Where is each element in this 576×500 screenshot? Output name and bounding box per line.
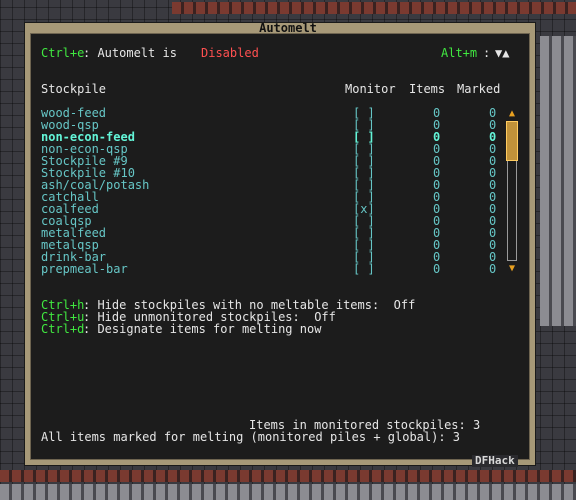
map-tiles <box>0 484 576 500</box>
scroll-down-icon[interactable]: ▼ <box>507 264 517 274</box>
dfhack-logo: DFHack <box>472 455 518 467</box>
map-tiles <box>172 2 576 14</box>
hotkey-label: Ctrl+e <box>41 46 85 60</box>
monitor-checkbox[interactable]: [ ] <box>353 263 375 275</box>
map-tiles <box>540 36 576 326</box>
status-badge: Disabled <box>201 46 259 60</box>
hotkey-label: Ctrl+d <box>41 322 85 336</box>
sort-order-icon: ▼▲ <box>495 46 510 60</box>
scrollbar[interactable]: ▲ ▼ <box>505 109 519 275</box>
scrollbar-thumb[interactable] <box>506 121 518 161</box>
marked-items-count: All items marked for melting (monitored … <box>41 430 461 444</box>
hotkey-label: Alt+m <box>441 46 478 60</box>
window-title: Automelt <box>259 21 317 35</box>
stockpile-name: prepmeal-bar <box>41 262 128 276</box>
column-header-monitor[interactable]: Monitor <box>345 83 396 95</box>
column-header-items[interactable]: Items <box>409 83 445 95</box>
items-count: 0 <box>433 262 441 276</box>
map-tiles <box>0 470 576 482</box>
window-body <box>30 33 530 460</box>
toggle-text: : Automelt is <box>83 46 185 60</box>
column-header-marked[interactable]: Marked <box>457 83 500 95</box>
colon-label: : <box>483 46 491 60</box>
column-header-stockpile[interactable]: Stockpile <box>41 83 106 95</box>
scroll-up-icon[interactable]: ▲ <box>507 109 517 119</box>
marked-count: 0 <box>489 262 497 276</box>
option-text: : Designate items for melting now <box>83 322 322 336</box>
